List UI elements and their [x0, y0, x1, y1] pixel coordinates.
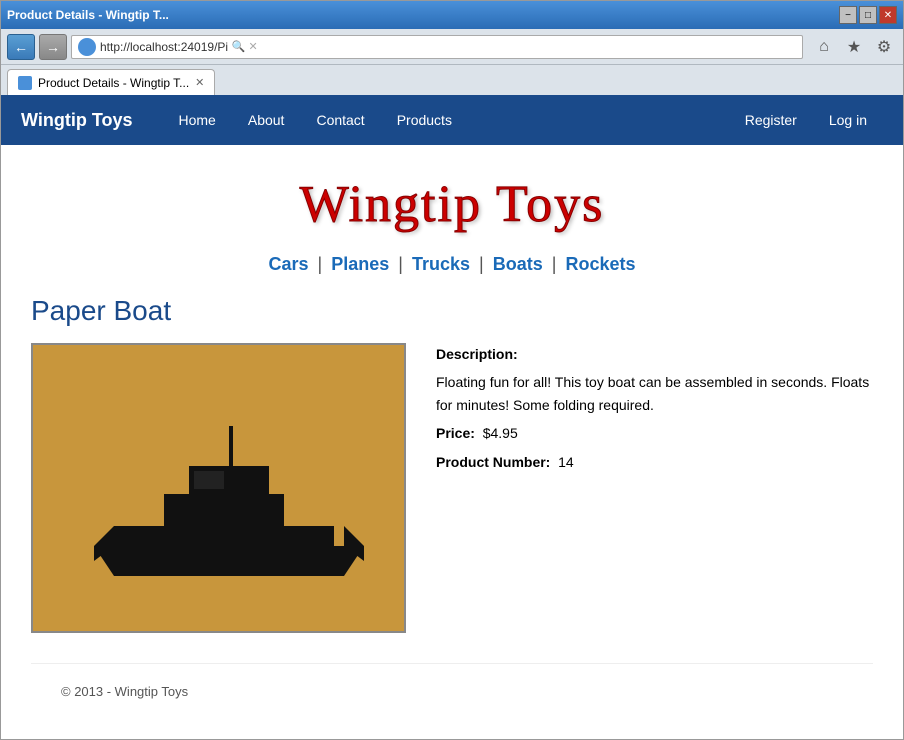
- nav-products[interactable]: Products: [381, 95, 468, 145]
- separator-1: |: [318, 254, 323, 274]
- product-title: Paper Boat: [31, 295, 873, 327]
- category-boats[interactable]: Boats: [493, 254, 543, 274]
- separator-2: |: [398, 254, 403, 274]
- product-number-value: 14: [558, 454, 574, 470]
- tab-bar: Product Details - Wingtip T... ✕: [1, 65, 903, 95]
- tab-favicon-icon: [18, 76, 32, 90]
- price-value: $4.95: [483, 425, 518, 441]
- navbar: Wingtip Toys Home About Contact Products…: [1, 95, 903, 145]
- forward-button[interactable]: →: [39, 34, 67, 60]
- price-label: Price:: [436, 425, 475, 441]
- page-footer: © 2013 - Wingtip Toys: [31, 663, 873, 719]
- separator-4: |: [552, 254, 557, 274]
- navbar-brand[interactable]: Wingtip Toys: [21, 110, 133, 131]
- category-links: Cars | Planes | Trucks | Boats | Rockets: [31, 254, 873, 275]
- nav-about[interactable]: About: [232, 95, 301, 145]
- address-field[interactable]: http://localhost:24019/Pi 🔍 ✕: [71, 35, 803, 59]
- separator-3: |: [479, 254, 484, 274]
- back-button[interactable]: ←: [7, 34, 35, 60]
- nav-contact[interactable]: Contact: [300, 95, 380, 145]
- main-content: Wingtip Toys Cars | Planes | Trucks | Bo…: [1, 145, 903, 739]
- product-number-label: Product Number:: [436, 454, 550, 470]
- tab-title: Product Details - Wingtip T...: [38, 76, 189, 90]
- home-icon[interactable]: ⌂: [811, 34, 837, 60]
- product-image: [31, 343, 406, 633]
- page-content: Wingtip Toys Home About Contact Products…: [1, 95, 903, 739]
- address-globe-icon: [78, 38, 96, 56]
- nav-register[interactable]: Register: [729, 95, 813, 145]
- address-bar: ← → http://localhost:24019/Pi 🔍 ✕ ⌂ ★ ⚙: [1, 29, 903, 65]
- favorites-icon[interactable]: ★: [841, 34, 867, 60]
- title-bar-buttons: − □ ✕: [839, 6, 897, 24]
- title-bar: Product Details - Wingtip T... − □ ✕: [1, 1, 903, 29]
- browser-window: Product Details - Wingtip T... − □ ✕ ← →…: [0, 0, 904, 740]
- navbar-right: Register Log in: [729, 95, 883, 145]
- settings-icon[interactable]: ⚙: [871, 34, 897, 60]
- active-tab[interactable]: Product Details - Wingtip T... ✕: [7, 69, 215, 95]
- close-button[interactable]: ✕: [879, 6, 897, 24]
- nav-login[interactable]: Log in: [813, 95, 883, 145]
- url-text: http://localhost:24019/Pi: [100, 40, 228, 54]
- navbar-links: Home About Contact Products: [163, 95, 729, 145]
- product-info: Description: Floating fun for all! This …: [436, 343, 873, 479]
- category-rockets[interactable]: Rockets: [565, 254, 635, 274]
- maximize-button[interactable]: □: [859, 6, 877, 24]
- category-trucks[interactable]: Trucks: [412, 254, 470, 274]
- boat-svg: [34, 346, 404, 631]
- browser-toolbar-icons: ⌂ ★ ⚙: [811, 34, 897, 60]
- refresh-icon: ✕: [248, 40, 257, 53]
- minimize-button[interactable]: −: [839, 6, 857, 24]
- description-label: Description:: [436, 346, 518, 362]
- description-text: Floating fun for all! This toy boat can …: [436, 371, 873, 416]
- tab-close-button[interactable]: ✕: [195, 76, 204, 89]
- product-detail: Description: Floating fun for all! This …: [31, 343, 873, 633]
- nav-home[interactable]: Home: [163, 95, 232, 145]
- footer-text: © 2013 - Wingtip Toys: [61, 684, 188, 699]
- category-planes[interactable]: Planes: [331, 254, 389, 274]
- search-icon: 🔍: [231, 40, 245, 53]
- site-title: Wingtip Toys: [31, 175, 873, 234]
- title-bar-text: Product Details - Wingtip T...: [7, 8, 169, 22]
- category-cars[interactable]: Cars: [268, 254, 308, 274]
